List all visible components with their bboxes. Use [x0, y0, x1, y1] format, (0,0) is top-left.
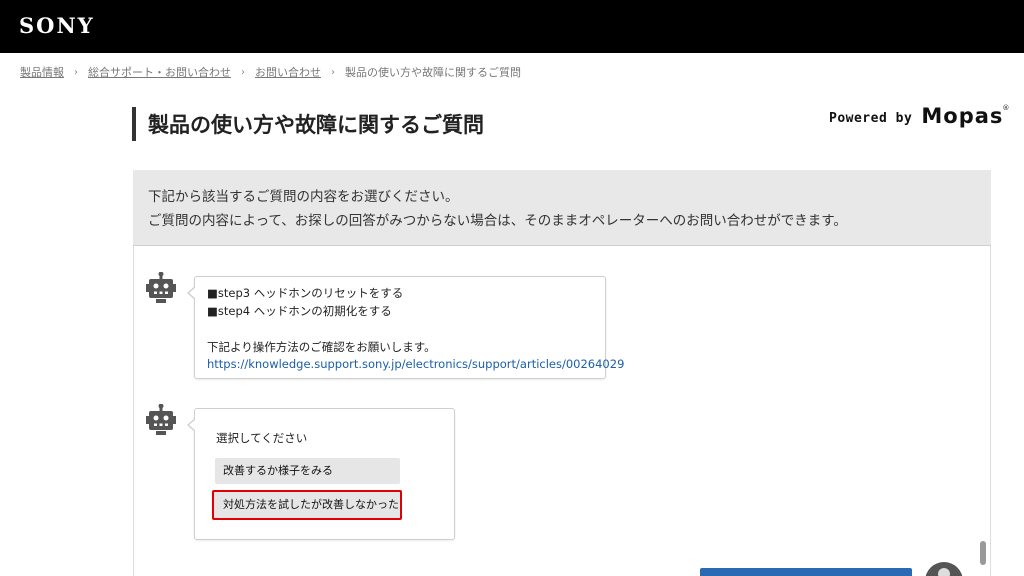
operator-contact-button[interactable]	[700, 568, 912, 576]
bot-message-steps: ■step3 ヘッドホンのリセットをする ■step4 ヘッドホンの初期化をする…	[187, 276, 624, 379]
instruction-line-2: ご質問の内容によって、お探しの回答がみつからない場合は、そのままオペレーターへの…	[148, 213, 847, 229]
breadcrumb: 製品情報 › 総合サポート・お問い合わせ › お問い合わせ › 製品の使い方や故…	[20, 65, 521, 79]
title-accent-bar	[132, 107, 136, 141]
chevron-right-icon: ›	[331, 66, 335, 78]
page-title: 製品の使い方や故障に関するご質問	[148, 113, 484, 137]
chevron-right-icon: ›	[74, 66, 78, 78]
registered-mark: ®	[1002, 104, 1010, 112]
choice-prompt: 選択してください	[216, 431, 308, 445]
powered-by-label: Powered by	[829, 111, 913, 126]
breadcrumb-link-products[interactable]: 製品情報	[20, 64, 64, 80]
instruction-line-1: 下記から該当するご質問の内容をお選びください。	[148, 189, 459, 205]
mopas-brand: Mopas	[921, 104, 1004, 128]
breadcrumb-link-contact[interactable]: お問い合わせ	[255, 64, 321, 80]
option-wait-and-see-button[interactable]: 改善するか様子をみる	[215, 458, 400, 484]
header-bar: SONY	[0, 0, 1024, 53]
chat-scrollbar-thumb[interactable]	[980, 541, 986, 565]
support-article-link[interactable]: https://knowledge.support.sony.jp/electr…	[207, 357, 624, 371]
message-step4: ■step4 ヘッドホンの初期化をする	[207, 304, 392, 318]
option-not-improved-button[interactable]: 対処方法を試したが改善しなかった	[212, 490, 402, 520]
message-step3: ■step3 ヘッドホンのリセットをする	[207, 286, 404, 300]
instruction-box: 下記から該当するご質問の内容をお選びください。 ご質問の内容によって、お探しの回…	[133, 170, 991, 246]
chat-window[interactable]: ■step3 ヘッドホンのリセットをする ■step4 ヘッドホンの初期化をする…	[133, 246, 991, 576]
powered-by-mopas-logo: Powered by Mopas ®	[829, 104, 1009, 128]
robot-icon	[146, 271, 176, 306]
sony-logo[interactable]: SONY	[19, 13, 95, 38]
message-instruction: 下記より操作方法のご確認をお願いします。	[207, 340, 436, 354]
breadcrumb-link-support[interactable]: 総合サポート・お問い合わせ	[88, 64, 231, 80]
bot-message-choices: 選択してください 改善するか様子をみる 対処方法を試したが改善しなかった	[187, 408, 455, 540]
robot-icon	[146, 403, 176, 438]
breadcrumb-current: 製品の使い方や故障に関するご質問	[345, 66, 521, 79]
chevron-right-icon: ›	[241, 66, 245, 78]
